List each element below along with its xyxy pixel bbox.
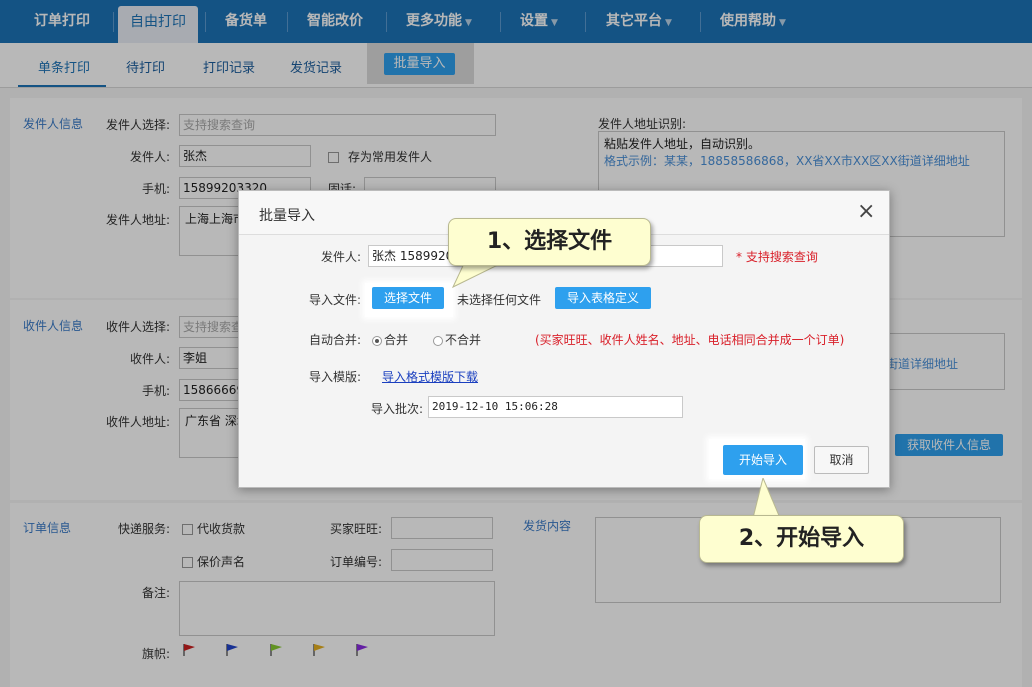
batch-input[interactable]: 2019-12-10 15:06:28 [428,396,683,418]
template-label: 导入模版: [309,370,362,384]
close-icon[interactable]: × [857,199,875,224]
auto-merge-label: 自动合并: [309,333,362,347]
merge-no-radio[interactable]: 不合并 [433,331,481,348]
merge-yes-radio[interactable]: 合并 [372,331,408,348]
cancel-button[interactable]: 取消 [814,446,869,474]
batch-label: 导入批次: [371,402,424,416]
no-file-text: 未选择任何文件 [457,293,542,307]
step2-callout: 2、开始导入 [699,515,904,563]
step1-callout: 1、选择文件 [448,218,651,266]
choose-file-button[interactable]: 选择文件 [372,287,444,309]
table-definition-button[interactable]: 导入表格定义 [555,287,651,309]
dialog-sender-label: 发件人: [321,250,362,264]
merge-note: (买家旺旺、收件人姓名、地址、电话相同合并成一个订单) [535,333,845,347]
radio-icon[interactable] [433,335,443,346]
template-download-link[interactable]: 导入格式模版下载 [382,368,478,385]
import-file-label: 导入文件: [309,293,362,307]
search-hint: * 支持搜索查询 [736,250,818,264]
radio-selected-icon[interactable] [372,335,382,346]
dialog-title: 批量导入 [259,208,315,224]
start-import-button[interactable]: 开始导入 [723,445,803,475]
callout-pointer-2 [752,478,781,519]
